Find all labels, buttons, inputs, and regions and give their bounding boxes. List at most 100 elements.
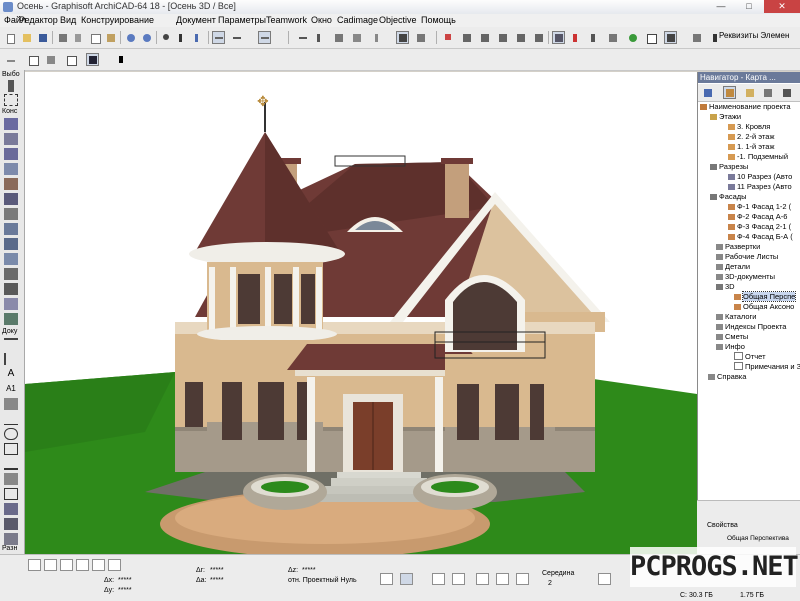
copy-icon[interactable] bbox=[88, 31, 101, 44]
da-value[interactable]: ***** bbox=[210, 577, 224, 584]
project-map-icon[interactable] bbox=[701, 86, 714, 99]
view-map-icon[interactable] bbox=[723, 86, 736, 99]
menu-window[interactable]: Окно bbox=[311, 15, 332, 25]
tree-node-section-11[interactable]: 11 Разрез (Авто bbox=[728, 182, 792, 191]
properties-label[interactable]: Свойства bbox=[707, 522, 738, 529]
polyline-tool-icon[interactable] bbox=[4, 443, 18, 455]
eraser-tool-icon[interactable] bbox=[86, 53, 99, 66]
slab-tool-icon[interactable] bbox=[4, 223, 18, 235]
stair-tool-icon[interactable] bbox=[4, 193, 18, 205]
dz-value[interactable]: ***** bbox=[302, 567, 316, 574]
redo-icon[interactable] bbox=[140, 31, 153, 44]
zoom-in-icon[interactable] bbox=[28, 559, 41, 571]
tree-node-project-root[interactable]: Наименование проекта bbox=[700, 102, 791, 111]
edit-3d-icon[interactable] bbox=[570, 31, 583, 44]
perspective-icon[interactable] bbox=[606, 31, 619, 44]
syringe-icon[interactable] bbox=[192, 31, 205, 44]
arrow-down-icon[interactable] bbox=[588, 31, 601, 44]
view-settings-icon[interactable] bbox=[664, 31, 677, 44]
door-tool-icon[interactable] bbox=[4, 178, 18, 190]
cut-icon[interactable] bbox=[72, 31, 85, 44]
find-select-icon[interactable] bbox=[160, 31, 173, 44]
frame-icon[interactable] bbox=[644, 31, 657, 44]
menu-document[interactable]: Документ bbox=[176, 15, 216, 25]
tree-node-interior-elevations[interactable]: Развертки bbox=[716, 242, 760, 251]
orbit-icon[interactable] bbox=[92, 559, 105, 571]
guide-lines-icon[interactable] bbox=[258, 31, 271, 44]
menu-options[interactable]: Параметры bbox=[218, 15, 266, 25]
tree-node-sections[interactable]: Разрезы bbox=[710, 162, 748, 171]
snap-middle-value[interactable]: 2 bbox=[548, 580, 552, 587]
3d-window-icon[interactable] bbox=[552, 31, 565, 44]
menu-objective[interactable]: Objective bbox=[379, 15, 417, 25]
tree-node-section-10[interactable]: 10 Разрез (Авто bbox=[728, 172, 792, 181]
elevation-tool-icon[interactable] bbox=[4, 518, 18, 530]
select-all-icon[interactable] bbox=[4, 53, 17, 66]
navigator-options-icon[interactable] bbox=[780, 86, 793, 99]
offset-snap-icon[interactable] bbox=[496, 573, 509, 585]
tree-node-generic-perspective[interactable]: Общая Перспе bbox=[734, 291, 797, 302]
line-tool-icon[interactable] bbox=[4, 413, 18, 425]
menu-cadimage[interactable]: Cadimage bbox=[337, 15, 378, 25]
object-tool-icon[interactable] bbox=[4, 283, 18, 295]
tree-node-3d[interactable]: 3D bbox=[716, 282, 735, 291]
snap-angle-icon[interactable] bbox=[230, 31, 243, 44]
dr-value[interactable]: ***** bbox=[210, 567, 224, 574]
fillet-icon[interactable] bbox=[514, 31, 527, 44]
pointer-icon[interactable] bbox=[116, 53, 129, 66]
window-tool-icon[interactable] bbox=[4, 163, 18, 175]
tree-node-elevation-1[interactable]: Ф-1 Фасад 1-2 ( bbox=[728, 202, 791, 211]
marquee-icon[interactable] bbox=[64, 53, 77, 66]
text-tool-icon[interactable]: A bbox=[4, 368, 18, 380]
pan-icon[interactable] bbox=[76, 559, 89, 571]
snap-dropdown-icon[interactable] bbox=[598, 573, 611, 585]
split-icon[interactable] bbox=[442, 31, 455, 44]
zoom-out-icon[interactable] bbox=[44, 559, 57, 571]
eyedropper-icon[interactable] bbox=[176, 31, 189, 44]
fill-tool-icon[interactable] bbox=[4, 398, 18, 410]
zoom-previous-icon[interactable] bbox=[108, 559, 121, 571]
tree-node-elevation-4[interactable]: Ф-4 Фасад Б-А ( bbox=[728, 232, 793, 241]
polygon-select-icon[interactable] bbox=[44, 53, 57, 66]
angle-bisector-icon[interactable] bbox=[476, 573, 489, 585]
tree-node-help[interactable]: Справка bbox=[708, 372, 746, 381]
hotspot-tool-icon[interactable] bbox=[4, 473, 18, 485]
menu-edit[interactable]: Редактор bbox=[19, 15, 58, 25]
minimize-button[interactable]: — bbox=[707, 0, 735, 13]
tree-node-story-3[interactable]: 3. Кровля bbox=[728, 122, 770, 131]
tree-node-story-1[interactable]: 1. 1-й этаж bbox=[728, 142, 774, 151]
marquee-tool-icon[interactable] bbox=[4, 94, 18, 106]
arrow-tool-icon[interactable] bbox=[8, 80, 14, 92]
roof-tool-icon[interactable] bbox=[4, 208, 18, 220]
3d-viewport[interactable]: ✥ bbox=[25, 72, 697, 554]
rect-select-icon[interactable] bbox=[26, 53, 39, 66]
tree-node-schedules[interactable]: Каталоги bbox=[716, 312, 756, 321]
perpendicular-icon[interactable] bbox=[452, 573, 465, 585]
gravity-icon[interactable] bbox=[414, 31, 427, 44]
modify-icon[interactable] bbox=[532, 31, 545, 44]
dx-value[interactable]: ***** bbox=[118, 577, 132, 584]
tree-node-report[interactable]: Отчет bbox=[734, 352, 766, 361]
arrow-icon[interactable] bbox=[296, 31, 309, 44]
pen-icon[interactable] bbox=[314, 31, 327, 44]
snap-mode-icon[interactable] bbox=[212, 31, 225, 44]
column-tool-icon[interactable] bbox=[4, 133, 18, 145]
spline-tool-icon[interactable] bbox=[4, 458, 18, 470]
mesh-tool-icon[interactable] bbox=[4, 313, 18, 325]
level-dimension-tool-icon[interactable] bbox=[4, 353, 18, 365]
reference-point-icon[interactable] bbox=[380, 573, 393, 585]
dimension-tool-icon[interactable] bbox=[4, 338, 18, 350]
publisher-icon[interactable] bbox=[761, 86, 774, 99]
shell-tool-icon[interactable] bbox=[4, 238, 18, 250]
circle-tool-icon[interactable] bbox=[4, 428, 18, 440]
tree-node-elevations[interactable]: Фасады bbox=[710, 192, 747, 201]
tree-node-3d-documents[interactable]: 3D-документы bbox=[716, 272, 775, 281]
label-tool-icon[interactable]: A1 bbox=[4, 383, 18, 395]
curtain-wall-tool-icon[interactable] bbox=[4, 253, 18, 265]
dy-value[interactable]: ***** bbox=[118, 587, 132, 594]
tree-node-elevation-2[interactable]: Ф-2 Фасад А-6 bbox=[728, 212, 787, 221]
paste-icon[interactable] bbox=[104, 31, 117, 44]
layer-icon[interactable] bbox=[350, 31, 363, 44]
offset-icon[interactable] bbox=[496, 31, 509, 44]
new-file-icon[interactable] bbox=[4, 31, 17, 44]
